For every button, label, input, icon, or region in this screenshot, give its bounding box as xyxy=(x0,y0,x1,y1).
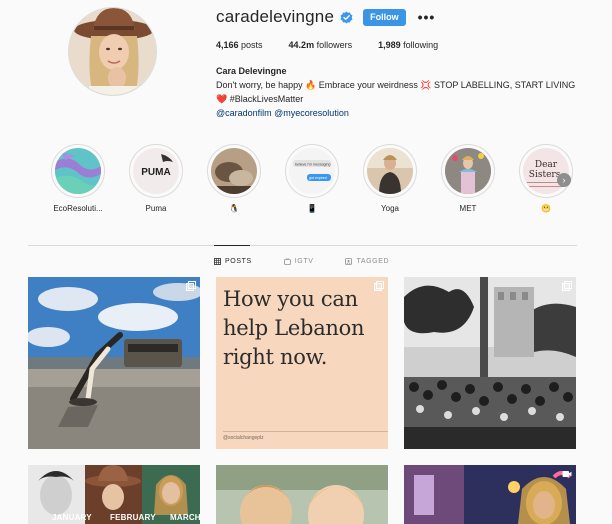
bio-line: ❤️ #BlackLivesMatter xyxy=(216,94,304,104)
highlight-yoga[interactable]: Yoga xyxy=(354,144,426,213)
post-thumbnail[interactable] xyxy=(404,465,576,524)
month-label: FEBRUARY xyxy=(110,513,156,522)
highlight-met[interactable]: MET xyxy=(432,144,504,213)
highlight-dear-sisters[interactable]: Dear Sisters, 😬 xyxy=(510,144,582,213)
post-thumbnail[interactable] xyxy=(28,277,200,449)
month-label: JANUARY xyxy=(52,513,92,522)
tab-label: TAGGED xyxy=(356,258,390,265)
following-link[interactable]: 1,989 following xyxy=(378,40,438,50)
full-name: Cara Delevingne xyxy=(216,66,287,76)
bio-line: Don't worry, be happy 🔥 Embrace your wei… xyxy=(216,80,576,90)
highlight-phone[interactable]: believe I'm messaging got expired 📱 xyxy=(276,144,348,213)
username: caradelevingne xyxy=(216,7,335,26)
post-thumbnail[interactable]: How you can help Lebanon right now. @soc… xyxy=(216,277,388,449)
profile-stats: 4,166 posts 44.2m followers 1,989 follow… xyxy=(216,40,464,50)
tab-posts[interactable]: POSTS xyxy=(214,258,252,265)
profile-bio: Cara Delevingne Don't worry, be happy 🔥 … xyxy=(216,64,596,120)
dear-text: Dear xyxy=(535,160,558,170)
highlight-label: 📱 xyxy=(307,204,317,213)
month-label: MARCH xyxy=(170,513,200,522)
highlight-puma[interactable]: PUMA Puma xyxy=(120,144,192,213)
highlight-penguin[interactable]: 🐧 xyxy=(198,144,270,213)
post-thumbnail[interactable] xyxy=(404,277,576,449)
tabs-divider xyxy=(28,245,577,246)
bio-mentions[interactable]: @caradonfilm @myecoresolution xyxy=(216,106,596,120)
more-options-button[interactable]: ••• xyxy=(418,10,436,24)
chat-bubble-text: believe I'm messaging xyxy=(295,163,330,167)
chat-bubble-text: got expired xyxy=(309,176,327,180)
followers-link[interactable]: 44.2m followers xyxy=(289,40,353,50)
tab-igtv[interactable]: IGTV xyxy=(283,258,314,265)
highlight-label: Yoga xyxy=(381,204,399,213)
puma-logo-text: PUMA xyxy=(141,167,170,178)
highlight-ecoresolution[interactable]: EcoResoluti... xyxy=(42,144,114,213)
multiple-photos-icon xyxy=(186,281,196,291)
tab-tagged[interactable]: TAGGED xyxy=(345,258,389,265)
profile-avatar[interactable] xyxy=(68,7,157,96)
profile-tabs: POSTS IGTV TAGGED xyxy=(214,258,421,265)
active-tab-indicator xyxy=(214,245,250,246)
username-row: caradelevingne Follow ••• xyxy=(216,6,435,28)
multiple-photos-icon xyxy=(374,281,384,291)
post-thumbnail[interactable]: JANUARY FEBRUARY MARCH xyxy=(28,465,200,524)
post-thumbnail[interactable] xyxy=(216,465,388,524)
posts-count: 4,166 posts xyxy=(216,40,263,50)
follow-button[interactable]: Follow xyxy=(363,8,406,26)
tab-label: POSTS xyxy=(225,258,252,265)
verified-badge-icon xyxy=(340,11,353,24)
post-handle: @socialchangeplz xyxy=(223,435,264,441)
highlights-next-button[interactable]: › xyxy=(557,173,571,187)
tab-label: IGTV xyxy=(294,258,314,265)
story-highlights: EcoResoluti... PUMA Puma 🐧 believe I'm m… xyxy=(28,144,580,224)
video-icon xyxy=(562,471,572,477)
multiple-photos-icon xyxy=(562,281,572,291)
tagged-user-icon xyxy=(345,258,353,265)
highlight-label: EcoResoluti... xyxy=(53,204,103,213)
divider-line xyxy=(223,431,388,432)
igtv-icon xyxy=(283,258,291,265)
highlight-label: MET xyxy=(459,204,477,213)
grid-icon xyxy=(214,258,221,265)
highlight-label: 🐧 xyxy=(229,204,239,213)
post-headline: How you can help Lebanon right now. xyxy=(223,287,365,369)
highlight-label: 😬 xyxy=(541,204,551,213)
highlight-label: Puma xyxy=(145,204,167,213)
